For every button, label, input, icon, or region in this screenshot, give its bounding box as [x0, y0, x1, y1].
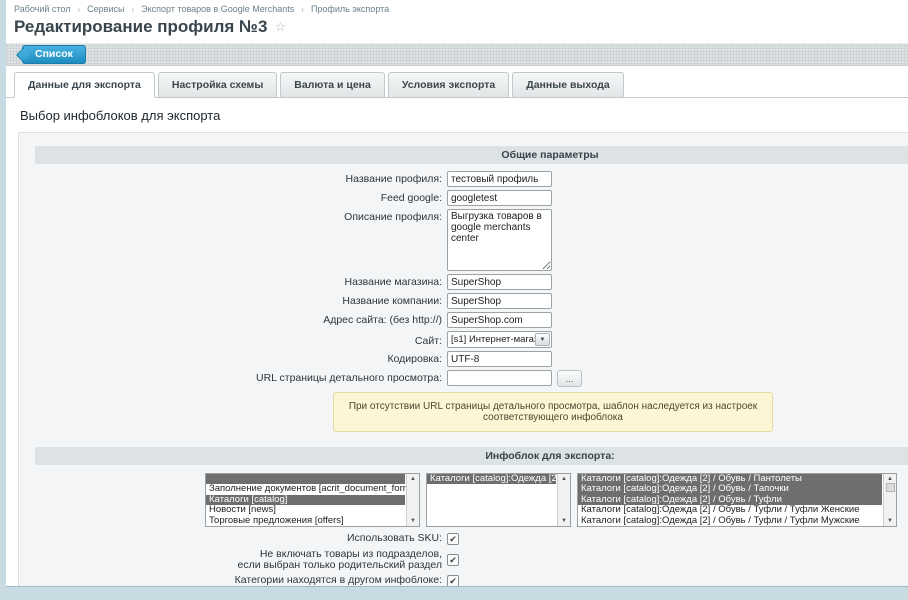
iblock-root-section-listbox[interactable]: Каталоги [catalog]:Одежда [2] ▲ ▼ [426, 473, 571, 527]
profile-name-row: Название профиля: [35, 171, 908, 187]
section-heading: Выбор инфоблоков для экспорта [6, 98, 908, 132]
scroll-up-icon[interactable]: ▲ [887, 476, 893, 482]
back-to-list-button[interactable]: Список [22, 45, 86, 64]
breadcrumb-item-export-module[interactable]: Экспорт товаров в Google Merchants [141, 4, 294, 14]
shop-name-row: Название магазина: [35, 274, 908, 290]
detail-url-label: URL страницы детального просмотра: [35, 370, 447, 384]
breadcrumb-item-export-profile[interactable]: Профиль экспорта [311, 4, 389, 14]
detail-url-notice: При отсутствии URL страницы детального п… [333, 392, 773, 432]
listbox-option[interactable]: Торговые предложения [offers] [206, 516, 405, 526]
title-row: Редактирование профиля №3 ☆ [6, 14, 908, 37]
breadcrumb-separator-icon: › [131, 5, 134, 14]
tab-output-data[interactable]: Данные выхода [512, 72, 624, 98]
feed-input[interactable] [447, 190, 552, 206]
exclude-subsections-row: Не включать товары из подразделов, если … [35, 549, 908, 571]
scroll-up-icon[interactable]: ▲ [561, 476, 567, 482]
listbox-option[interactable]: Каталоги [catalog]:Одежда [2] / Обувь / … [578, 516, 882, 526]
page-title: Редактирование профиля №3 [14, 17, 267, 37]
site-address-label: Адрес сайта: (без http://) [35, 312, 447, 326]
general-params-header: Общие параметры [35, 146, 908, 164]
company-name-input[interactable] [447, 293, 552, 309]
tab-bar: Данные для экспорта Настройка схемы Валю… [6, 66, 908, 98]
breadcrumb-separator-icon: › [301, 5, 304, 14]
listbox-scrollbar[interactable]: ▲ ▼ [883, 474, 896, 526]
use-sku-checkbox[interactable]: ✔ [447, 533, 459, 545]
iblock-sections-listbox[interactable]: Каталоги [catalog]:Одежда [2] / Обувь / … [577, 473, 897, 527]
tab-schema-settings[interactable]: Настройка схемы [158, 72, 277, 98]
description-textarea[interactable] [447, 209, 552, 271]
breadcrumb-item-services[interactable]: Сервисы [87, 4, 124, 14]
iblock-listboxes: Заполнение документов [acrit_document_fo… [205, 473, 908, 527]
shop-name-label: Название магазина: [35, 274, 447, 288]
detail-url-more-button[interactable]: ... [557, 370, 582, 387]
detail-url-row: URL страницы детального просмотра: ... [35, 370, 908, 387]
export-settings-panel: Общие параметры Название профиля: Feed g… [18, 132, 908, 587]
iblock-parent-listbox[interactable]: Заполнение документов [acrit_document_fo… [205, 473, 420, 527]
scroll-down-icon[interactable]: ▼ [561, 518, 567, 524]
shop-name-input[interactable] [447, 274, 552, 290]
site-select-value: [s1] Интернет-магазин (( [448, 334, 535, 345]
dropdown-arrow-icon[interactable]: ▼ [535, 333, 550, 346]
listbox-option[interactable]: Каталоги [catalog]:Одежда [2] [427, 474, 556, 484]
tab-currency-price[interactable]: Валюта и цена [280, 72, 385, 98]
encoding-row: Кодировка: [35, 351, 908, 367]
listbox-scrollbar[interactable]: ▲ ▼ [406, 474, 419, 526]
exclude-subsections-label: Не включать товары из подразделов, если … [35, 549, 447, 571]
profile-name-label: Название профиля: [35, 171, 447, 185]
scroll-up-icon[interactable]: ▲ [410, 476, 416, 482]
context-toolbar: Список [6, 43, 908, 66]
breadcrumb-separator-icon: › [78, 5, 81, 14]
iblock-export-header: Инфоблок для экспорта: [35, 447, 908, 465]
detail-url-input[interactable] [447, 370, 552, 386]
description-label: Описание профиля: [35, 209, 447, 223]
use-sku-label: Использовать SKU: [35, 533, 447, 544]
site-address-input[interactable] [447, 312, 552, 328]
scroll-down-icon[interactable]: ▼ [887, 518, 893, 524]
company-name-row: Название компании: [35, 293, 908, 309]
categories-other-iblock-checkbox[interactable]: ✔ [447, 575, 459, 587]
encoding-label: Кодировка: [35, 351, 447, 365]
categories-other-iblock-label: Категории находятся в другом инфоблоке: [35, 575, 447, 586]
breadcrumb: Рабочий стол › Сервисы › Экспорт товаров… [6, 0, 908, 14]
encoding-input[interactable] [447, 351, 552, 367]
site-select[interactable]: [s1] Интернет-магазин (( ▼ [447, 331, 552, 348]
favorite-star-icon[interactable]: ☆ [274, 19, 286, 35]
profile-name-input[interactable] [447, 171, 552, 187]
categories-other-iblock-row: Категории находятся в другом инфоблоке: … [35, 575, 908, 587]
feed-row: Feed google: [35, 190, 908, 206]
site-row: Сайт: [s1] Интернет-магазин (( ▼ [35, 331, 908, 348]
tab-export-data[interactable]: Данные для экспорта [14, 72, 155, 98]
tab-export-conditions[interactable]: Условия экспорта [388, 72, 509, 98]
admin-page: Рабочий стол › Сервисы › Экспорт товаров… [6, 0, 908, 587]
company-name-label: Название компании: [35, 293, 447, 307]
use-sku-row: Использовать SKU: ✔ [35, 533, 908, 545]
exclude-subsections-checkbox[interactable]: ✔ [447, 554, 459, 566]
site-label: Сайт: [35, 331, 447, 347]
breadcrumb-item-desktop[interactable]: Рабочий стол [14, 4, 71, 14]
scroll-down-icon[interactable]: ▼ [410, 518, 416, 524]
description-row: Описание профиля: [35, 209, 908, 271]
site-address-row: Адрес сайта: (без http://) [35, 312, 908, 328]
listbox-scrollbar[interactable]: ▲ ▼ [557, 474, 570, 526]
scrollbar-thumb[interactable] [886, 483, 895, 492]
feed-label: Feed google: [35, 190, 447, 204]
